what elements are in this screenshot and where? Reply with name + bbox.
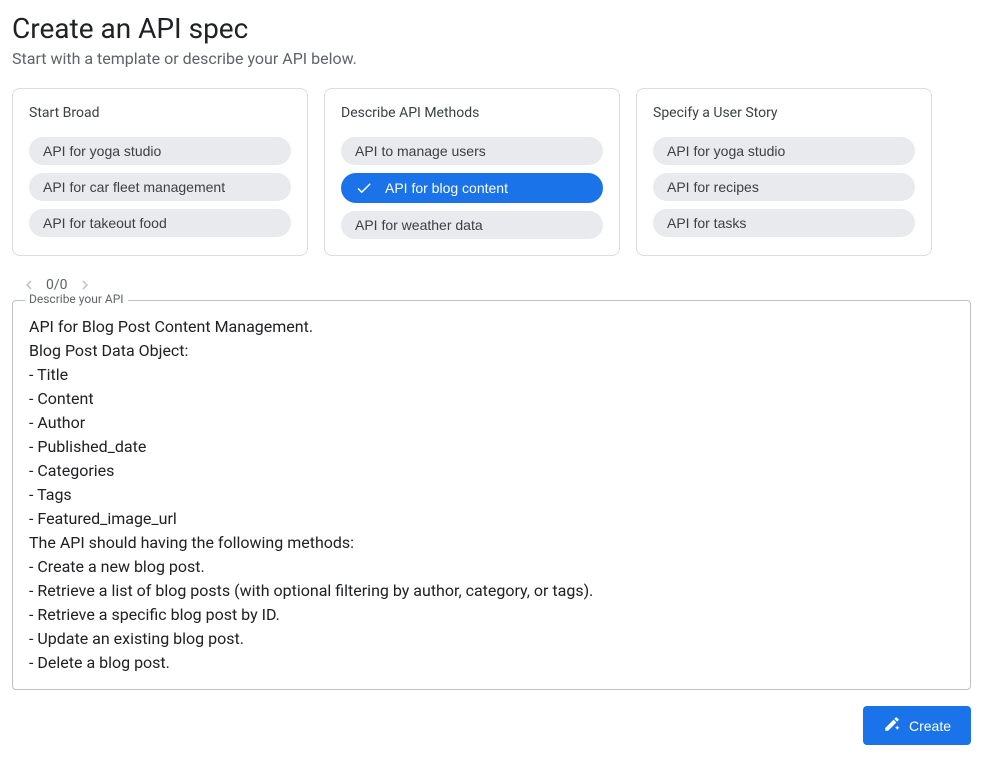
chip-car-fleet[interactable]: API for car fleet management <box>29 173 291 201</box>
field-legend: Describe your API <box>25 292 128 306</box>
footer-actions: Create <box>12 706 971 745</box>
pager-text: 0/0 <box>46 277 68 293</box>
card-title: Describe API Methods <box>341 105 603 121</box>
card-user-story: Specify a User Story API for yoga studio… <box>636 88 932 256</box>
card-describe-methods: Describe API Methods API to manage users… <box>324 88 620 256</box>
card-start-broad: Start Broad API for yoga studio API for … <box>12 88 308 256</box>
check-icon <box>355 179 373 197</box>
card-title: Specify a User Story <box>653 105 915 121</box>
chip-label: API for yoga studio <box>43 143 277 159</box>
chip-label: API for recipes <box>667 179 901 195</box>
page-subtitle: Start with a template or describe your A… <box>12 49 971 68</box>
create-button[interactable]: Create <box>863 706 971 745</box>
chip-label: API for takeout food <box>43 215 277 231</box>
magic-pencil-icon <box>883 715 901 736</box>
chip-label: API for blog content <box>385 180 589 196</box>
describe-api-field[interactable]: Describe your API API for Blog Post Cont… <box>12 300 971 690</box>
chip-label: API for weather data <box>355 217 589 233</box>
page-title: Create an API spec <box>12 12 971 45</box>
chip-label: API for tasks <box>667 215 901 231</box>
chip-list: API for yoga studio API for recipes API … <box>653 137 915 237</box>
describe-api-textarea[interactable]: API for Blog Post Content Management. Bl… <box>29 315 954 675</box>
chip-label: API for yoga studio <box>667 143 901 159</box>
chip-tasks[interactable]: API for tasks <box>653 209 915 237</box>
chip-list: API to manage users API for blog content… <box>341 137 603 239</box>
chip-label: API to manage users <box>355 143 589 159</box>
template-cards-row: Start Broad API for yoga studio API for … <box>12 88 971 256</box>
card-title: Start Broad <box>29 105 291 121</box>
chip-yoga-studio[interactable]: API for yoga studio <box>29 137 291 165</box>
chip-list: API for yoga studio API for car fleet ma… <box>29 137 291 237</box>
create-button-label: Create <box>909 718 951 734</box>
chip-recipes[interactable]: API for recipes <box>653 173 915 201</box>
chip-label: API for car fleet management <box>43 179 277 195</box>
chip-blog-content[interactable]: API for blog content <box>341 173 603 203</box>
pager: 0/0 <box>20 276 971 294</box>
chip-yoga-studio-2[interactable]: API for yoga studio <box>653 137 915 165</box>
chip-weather-data[interactable]: API for weather data <box>341 211 603 239</box>
chip-takeout-food[interactable]: API for takeout food <box>29 209 291 237</box>
chip-manage-users[interactable]: API to manage users <box>341 137 603 165</box>
